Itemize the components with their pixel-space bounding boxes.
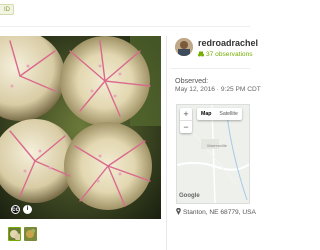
zoom-in-button[interactable]: + (180, 108, 192, 120)
google-logo: Google (179, 193, 200, 199)
top-strip: ID (0, 0, 250, 28)
map-type-satellite-button[interactable]: Satellite (215, 108, 241, 120)
photo-thumbnail-2[interactable] (24, 227, 37, 241)
observations-count-label: 37 observations (206, 51, 253, 58)
thumbnail-image (9, 228, 20, 240)
photo-thumbnail-1[interactable] (8, 227, 21, 241)
avatar-image (175, 38, 193, 56)
header-divider (0, 26, 250, 27)
column-divider (166, 36, 167, 250)
thumbnail-image (24, 227, 37, 241)
info-icon[interactable]: i (23, 205, 32, 214)
username-link[interactable]: redroadrachel (198, 38, 258, 48)
map-type-switcher: Map Satellite (197, 108, 242, 120)
photo-image (0, 36, 161, 219)
binoculars-icon (198, 51, 204, 57)
observed-date: May 12, 2016 · 9:25 PM CDT (175, 86, 261, 93)
observations-count[interactable]: 37 observations (198, 51, 253, 58)
cc-icon[interactable]: cc (11, 205, 20, 214)
zoom-out-button[interactable]: − (180, 121, 192, 133)
location-text[interactable]: Stanton, NE 68779, USA (176, 208, 256, 216)
location-label: Stanton, NE 68779, USA (183, 209, 256, 216)
map-town-label: Warrenville (207, 143, 227, 148)
observed-label: Observed: (175, 76, 209, 85)
observation-photo[interactable]: cc i (0, 36, 161, 219)
avatar[interactable] (175, 38, 193, 56)
map-type-map-button[interactable]: Map (197, 108, 215, 120)
map-pin-icon (176, 208, 181, 215)
location-map[interactable]: + − Map Satellite Warrenville Google (176, 104, 250, 204)
map-zoom-controls: + − (180, 108, 192, 133)
id-badge[interactable]: ID (0, 4, 14, 15)
observer-divider (170, 68, 250, 69)
